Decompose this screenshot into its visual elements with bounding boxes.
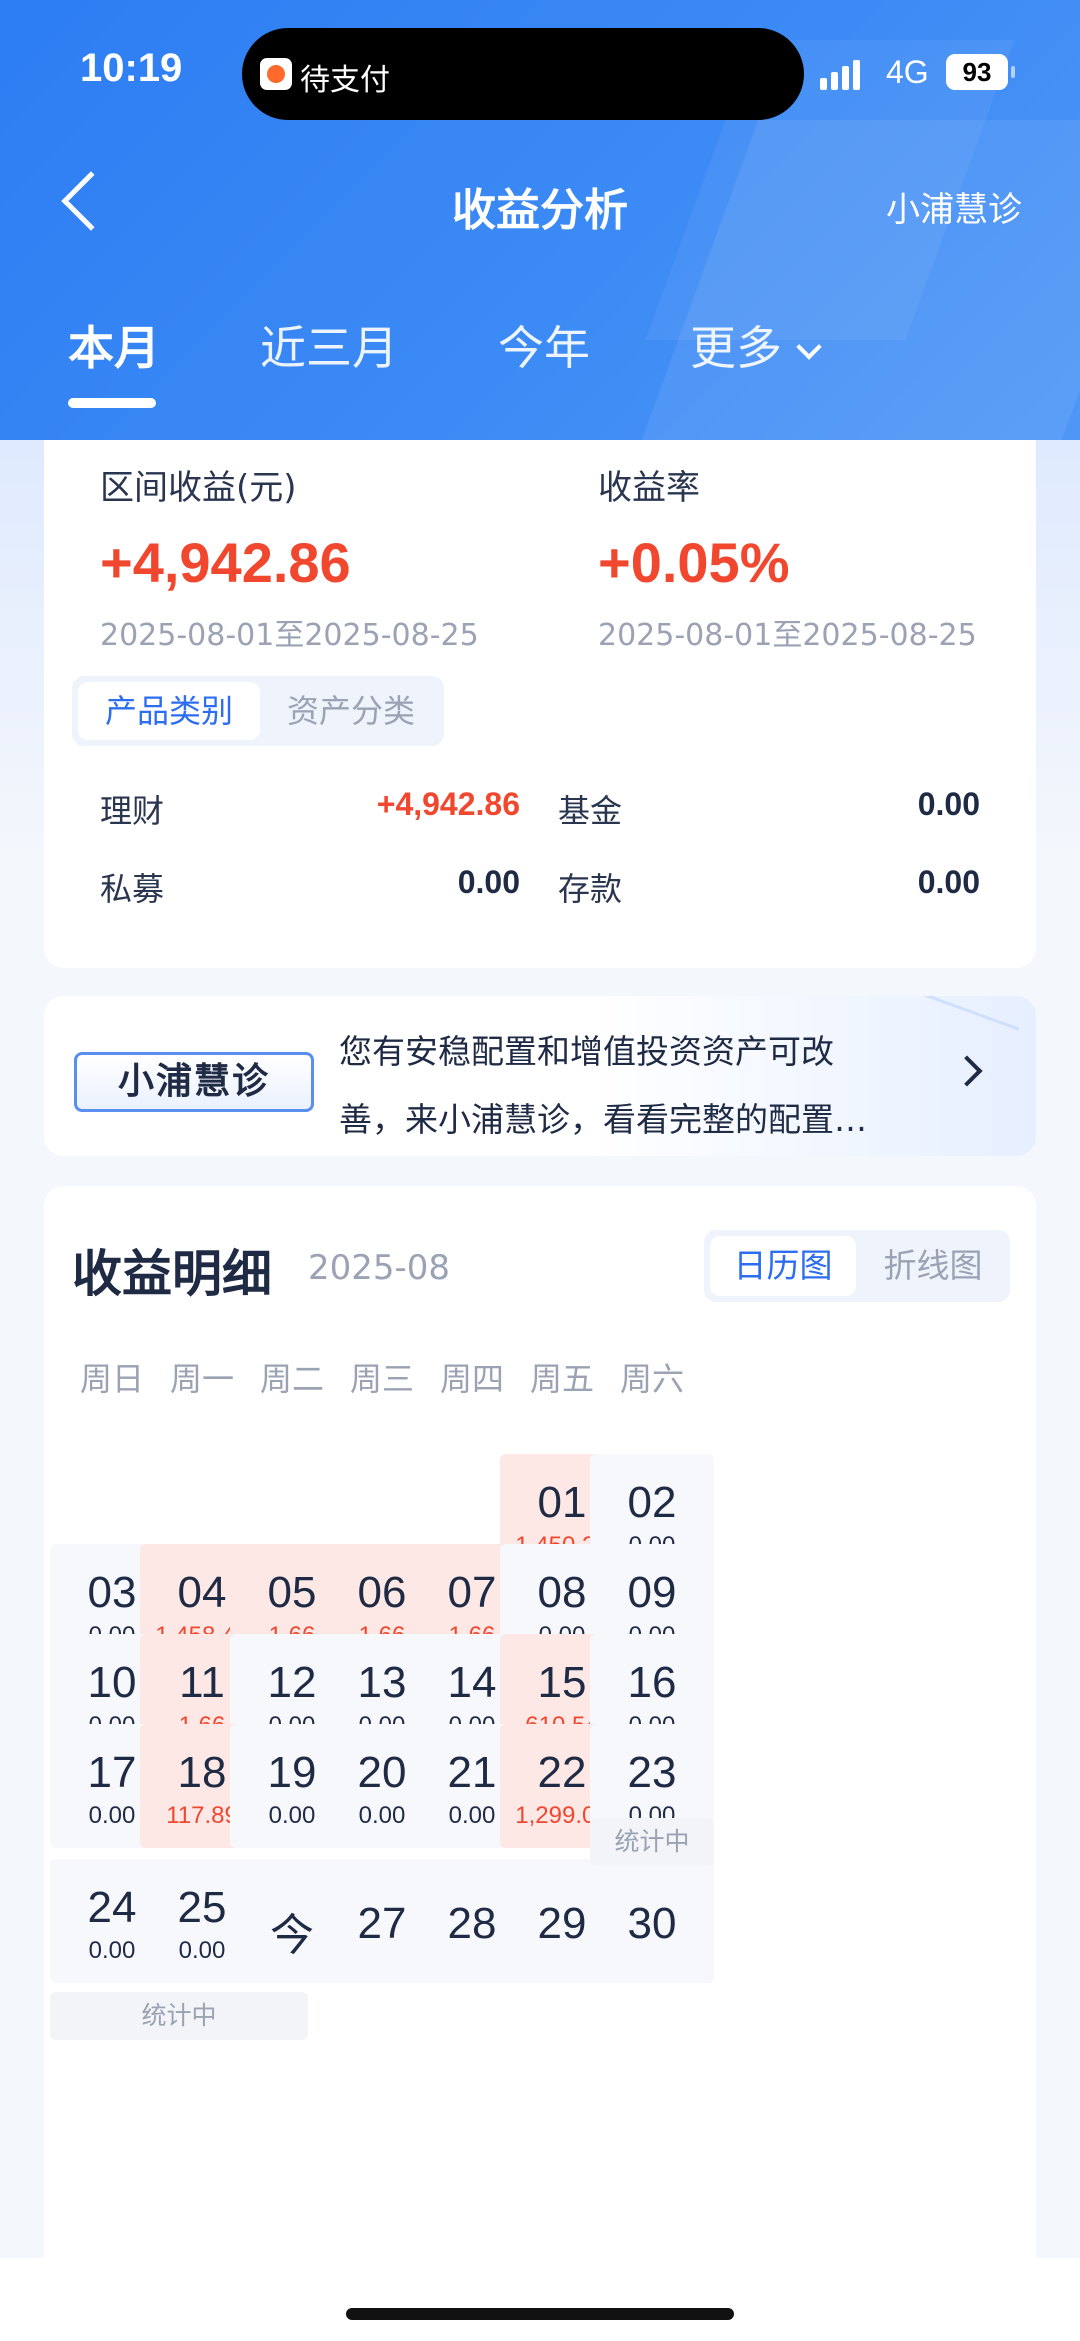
income-range: 2025-08-01至2025-08-25: [100, 618, 479, 653]
day-number: 30: [627, 1899, 677, 1948]
category-name: 基金: [558, 792, 623, 830]
tab-indicator: [68, 398, 156, 408]
category-name: 理财: [100, 792, 165, 830]
island-text: 待支付: [300, 63, 390, 98]
day-number: 09: [627, 1568, 677, 1617]
status-bar: 10:19 待支付 4G 93: [0, 28, 1080, 120]
category-value: 0.00: [917, 786, 980, 822]
tab-three-months[interactable]: 近三月: [260, 312, 398, 378]
diagnosis-line: 您有安稳配置和增值投资资产可改: [339, 1032, 834, 1071]
chevron-right-icon: [951, 1055, 983, 1087]
category-name: 存款: [558, 870, 623, 908]
diagnosis-link[interactable]: 小浦慧诊: [886, 182, 1022, 231]
chevron-down-icon: [796, 334, 822, 360]
category-value: 0.00: [917, 864, 980, 900]
signal-icon: [820, 58, 860, 90]
diagnosis-badge: 小浦慧诊: [74, 1052, 314, 1112]
view-toggle: 日历图 折线图: [704, 1230, 1010, 1302]
rate-label: 收益率: [598, 468, 700, 508]
dynamic-island[interactable]: 待支付: [242, 28, 804, 120]
weekday-label: 周六: [619, 1360, 684, 1398]
income-label: 区间收益(元): [100, 468, 297, 508]
diagnosis-banner[interactable]: 小浦慧诊 您有安稳配置和增值投资资产可改 善，来小浦慧诊，看看完整的配置…: [44, 996, 1036, 1156]
category-name: 私募: [100, 870, 165, 908]
income-value: +4,942.86: [100, 531, 351, 594]
app-icon: [260, 58, 292, 90]
diagnosis-text: 您有安稳配置和增值投资资产可改 善，来小浦慧诊，看看完整的配置…: [339, 1018, 939, 1154]
rate-value: +0.05%: [598, 531, 790, 594]
counting-label: 统计中: [590, 1818, 714, 1866]
category-value: 0.00: [457, 864, 520, 900]
day-number: 16: [627, 1658, 677, 1707]
counting-label: 统计中: [50, 1992, 308, 2040]
rate-range: 2025-08-01至2025-08-25: [598, 618, 977, 653]
bottom-area: [0, 2258, 1080, 2341]
section-title: 收益明细: [72, 1245, 272, 1303]
calendar-day[interactable]: 30: [590, 1859, 714, 1983]
line-chart-view-button[interactable]: 折线图: [860, 1236, 1006, 1296]
period-tabs: 本月 近三月 今年 更多: [0, 312, 1080, 422]
nav-bar: 收益分析 小浦慧诊: [0, 160, 1080, 250]
calendar-view-button[interactable]: 日历图: [710, 1236, 856, 1296]
tab-this-month[interactable]: 本月: [68, 312, 160, 378]
status-time: 10:19: [80, 46, 183, 90]
tab-this-year[interactable]: 今年: [498, 312, 590, 378]
network-type: 4G: [886, 54, 929, 90]
segment-product-type[interactable]: 产品类别: [78, 682, 260, 740]
home-indicator: [346, 2308, 734, 2320]
day-number: 02: [627, 1478, 677, 1527]
category-segment: 产品类别 资产分类: [72, 676, 444, 746]
section-month: 2025-08: [308, 1248, 451, 1288]
battery-icon: 93: [946, 54, 1015, 90]
segment-asset-class[interactable]: 资产分类: [260, 682, 442, 740]
diagnosis-line: 善，来小浦慧诊，看看完整的配置…: [339, 1100, 867, 1139]
summary-card: 区间收益(元) +4,942.86 2025-08-01至2025-08-25 …: [44, 440, 1036, 968]
tab-more-label: 更多: [690, 321, 782, 375]
income-detail-card: 收益明细 2025-08 日历图 折线图 周日周一周二周三周四周五周六 011,…: [44, 1186, 1036, 2341]
tab-more[interactable]: 更多: [690, 312, 822, 378]
category-value: +4,942.86: [376, 786, 520, 822]
day-number: 23: [627, 1748, 677, 1797]
